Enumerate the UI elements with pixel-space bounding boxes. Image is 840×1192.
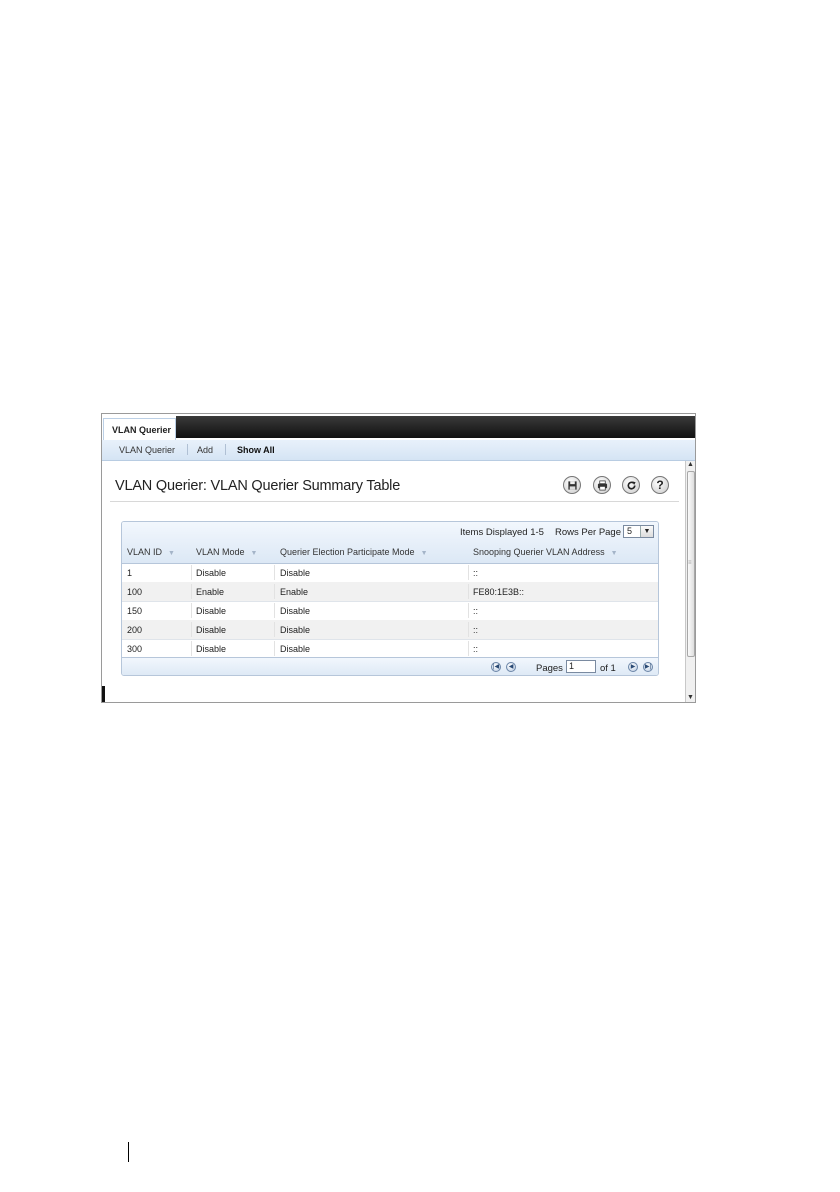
subnav-separator: [225, 444, 226, 455]
cell-election-mode: Disable: [280, 568, 311, 578]
column-header-vlan-id[interactable]: VLAN ID ▼: [127, 547, 175, 557]
tab-vlan-querier[interactable]: VLAN Querier: [103, 418, 176, 440]
screenshot-window: VLAN Querier VLAN Querier Add Show All V…: [101, 413, 696, 703]
cell-divider: [274, 641, 275, 656]
cell-vlan-id: 200: [127, 625, 143, 635]
table-footer: |◀ ◀ Pages 1 of 1 ▶ ▶|: [122, 657, 658, 675]
sort-icon[interactable]: ▼: [421, 550, 428, 557]
cell-querier-address: ::: [473, 568, 479, 578]
refresh-icon[interactable]: [622, 476, 640, 494]
content-area: VLAN Querier: VLAN Querier Summary Table…: [102, 461, 685, 702]
table-row[interactable]: 1 Disable Disable ::: [122, 563, 658, 583]
sub-navigation: VLAN Querier Add Show All: [102, 440, 695, 461]
cell-divider: [274, 622, 275, 637]
column-header-label: Querier Election Participate Mode: [280, 547, 415, 557]
column-header-snooping-address[interactable]: Snooping Querier VLAN Address ▼: [473, 547, 618, 557]
cell-divider: [274, 603, 275, 618]
sort-icon[interactable]: ▼: [611, 550, 618, 557]
next-page-icon[interactable]: ▶: [628, 662, 638, 672]
summary-table: Items Displayed 1-5 Rows Per Page 5 ▼ VL…: [121, 521, 659, 676]
first-page-icon[interactable]: |◀: [491, 662, 501, 672]
cell-divider: [274, 565, 275, 580]
cell-vlan-mode: Disable: [196, 568, 227, 578]
sort-icon[interactable]: ▼: [251, 550, 258, 557]
cell-querier-address: ::: [473, 625, 479, 635]
save-icon[interactable]: [563, 476, 581, 494]
cell-vlan-id: 300: [127, 644, 143, 654]
scrollbar-grip-icon: ≡: [688, 560, 692, 566]
rows-per-page-label: Rows Per Page: [555, 527, 622, 538]
cell-vlan-mode: Disable: [196, 644, 227, 654]
cell-vlan-id: 1: [127, 568, 133, 578]
cell-divider: [191, 641, 192, 656]
scroll-up-icon[interactable]: ▲: [687, 461, 694, 468]
print-icon[interactable]: [593, 476, 611, 494]
table-row[interactable]: 100 Enable Enable FE80:1E3B::: [122, 582, 658, 602]
cell-vlan-mode: Enable: [196, 587, 225, 597]
help-glyph: ?: [656, 478, 664, 492]
column-header-label: VLAN ID: [127, 547, 163, 557]
sort-icon[interactable]: ▼: [168, 550, 175, 557]
vertical-scrollbar[interactable]: ▲ ≡ ▼: [685, 461, 695, 702]
cell-divider: [191, 603, 192, 618]
column-header-vlan-mode[interactable]: VLAN Mode ▼: [196, 547, 257, 557]
subnav-add[interactable]: Add: [197, 445, 213, 455]
tab-strip: VLAN Querier: [102, 414, 695, 440]
cell-divider: [468, 584, 469, 599]
column-header-querier-election[interactable]: Querier Election Participate Mode ▼: [280, 547, 428, 557]
scroll-down-icon[interactable]: ▼: [687, 694, 694, 701]
column-header-label: VLAN Mode: [196, 547, 245, 557]
subnav-vlan-querier[interactable]: VLAN Querier: [119, 445, 175, 455]
left-edge-marker: [102, 686, 105, 702]
cell-election-mode: Disable: [280, 606, 311, 616]
cell-divider: [468, 565, 469, 580]
cell-vlan-id: 150: [127, 606, 143, 616]
cell-divider: [191, 565, 192, 580]
cell-vlan-mode: Disable: [196, 606, 227, 616]
cell-querier-address: FE80:1E3B::: [473, 587, 525, 597]
cell-divider: [468, 622, 469, 637]
tab-strip-background: [176, 416, 695, 438]
page-count: of 1: [600, 663, 616, 674]
cell-election-mode: Disable: [280, 625, 311, 635]
page-number-input[interactable]: 1: [566, 660, 596, 673]
cell-vlan-mode: Disable: [196, 625, 227, 635]
table-row[interactable]: 150 Disable Disable ::: [122, 601, 658, 621]
cell-divider: [191, 622, 192, 637]
cell-vlan-id: 100: [127, 587, 143, 597]
cell-divider: [191, 584, 192, 599]
prev-page-icon[interactable]: ◀: [506, 662, 516, 672]
cell-divider: [468, 641, 469, 656]
column-header-label: Snooping Querier VLAN Address: [473, 547, 605, 557]
cell-divider: [274, 584, 275, 599]
title-divider: [110, 501, 679, 502]
items-displayed: Items Displayed 1-5: [460, 527, 544, 538]
table-row[interactable]: 300 Disable Disable ::: [122, 639, 658, 659]
page-footer-bar: [128, 1142, 129, 1162]
cell-election-mode: Disable: [280, 644, 311, 654]
subnav-separator: [187, 444, 188, 455]
cell-querier-address: ::: [473, 606, 479, 616]
page-title: VLAN Querier: VLAN Querier Summary Table: [115, 478, 401, 494]
subnav-show-all[interactable]: Show All: [237, 445, 275, 455]
table-header: Items Displayed 1-5 Rows Per Page 5 ▼ VL…: [122, 522, 658, 564]
cell-divider: [468, 603, 469, 618]
rows-per-page-select[interactable]: 5 ▼: [623, 525, 654, 538]
last-page-icon[interactable]: ▶|: [643, 662, 653, 672]
cell-election-mode: Enable: [280, 587, 309, 597]
table-row[interactable]: 200 Disable Disable ::: [122, 620, 658, 640]
rows-per-page-value: 5: [627, 526, 633, 536]
pages-label: Pages: [536, 663, 563, 674]
help-icon[interactable]: ?: [651, 476, 669, 494]
chevron-down-icon[interactable]: ▼: [640, 526, 653, 537]
cell-querier-address: ::: [473, 644, 479, 654]
